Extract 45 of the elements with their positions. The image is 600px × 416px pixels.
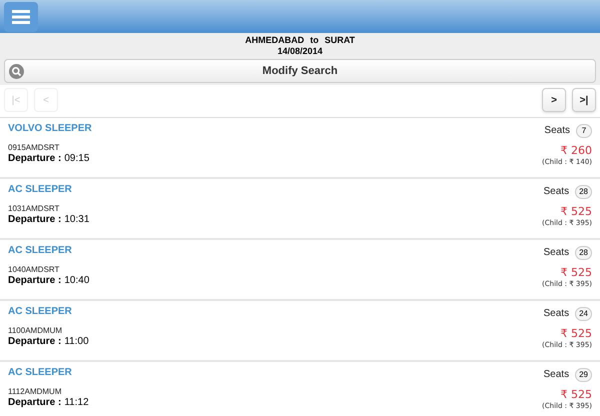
departure-label: Departure : xyxy=(8,275,62,287)
seats-count: 28 xyxy=(575,184,592,198)
bus-code: 1031AMDSRT xyxy=(8,204,60,214)
seats-label: Seats xyxy=(544,368,570,382)
departure-label: Departure : xyxy=(8,153,62,165)
search-icon xyxy=(9,64,24,79)
seats-label: Seats xyxy=(544,185,570,199)
pager-button[interactable]: >| xyxy=(572,88,596,112)
route-destination: SURAT xyxy=(324,34,355,46)
menu-icon xyxy=(12,10,30,24)
fare-price: ₹ 525 xyxy=(560,327,592,340)
seats-label: Seats xyxy=(544,307,570,321)
menu-button[interactable] xyxy=(4,2,38,32)
seats-count: 7 xyxy=(576,124,592,138)
bus-code: 1100AMDMUM xyxy=(8,326,64,336)
seats-label: Seats xyxy=(544,246,570,260)
route-origin: AHMEDABAD xyxy=(245,34,304,46)
seats-count: 29 xyxy=(575,368,592,382)
fare-price: ₹ 525 xyxy=(560,205,592,218)
bus-type: VOLVO SLEEPER xyxy=(8,123,92,135)
bus-code: 1040AMDSRT xyxy=(8,265,60,275)
departure-time: 10:40 xyxy=(64,275,90,287)
bus-type: AC SLEEPER xyxy=(8,184,73,196)
departure-label: Departure : xyxy=(8,336,62,348)
fare-price: ₹ 525 xyxy=(560,388,592,401)
departure-time: 09:15 xyxy=(64,153,90,165)
fare-price: ₹ 260 xyxy=(560,144,592,157)
route-joiner: to xyxy=(310,34,319,46)
departure-time: 11:00 xyxy=(64,336,89,348)
seats-count: 24 xyxy=(575,306,592,320)
travel-date: 14/08/2014 xyxy=(277,46,323,57)
fare-price: ₹ 525 xyxy=(560,266,592,279)
departure-time: 11:12 xyxy=(64,397,89,409)
departure-label: Departure : xyxy=(8,397,62,409)
modify-search-button[interactable]: Modify Search xyxy=(4,59,596,83)
bus-type: AC SLEEPER xyxy=(8,245,73,257)
departure-label: Departure : xyxy=(8,214,62,226)
bus-type: AC SLEEPER xyxy=(8,367,73,379)
bus-code: 1112AMDMUM xyxy=(8,387,62,397)
seats-count: 28 xyxy=(575,246,592,260)
bus-code: 0915AMDSRT xyxy=(8,143,60,153)
pager-button[interactable]: > xyxy=(542,88,566,112)
departure-time: 10:31 xyxy=(64,214,90,226)
seats-label: Seats xyxy=(544,124,570,138)
bus-type: AC SLEEPER xyxy=(8,306,73,318)
